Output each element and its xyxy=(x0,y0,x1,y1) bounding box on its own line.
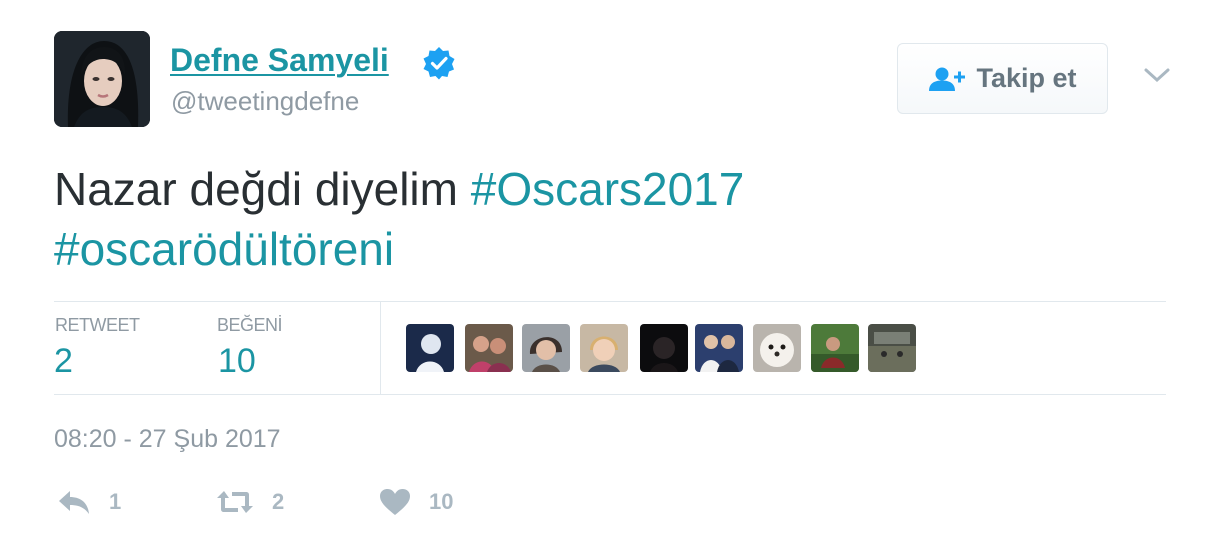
tweet-text: Nazar değdi diyelim #Oscars2017 #oscarödü… xyxy=(54,159,1154,279)
follow-button-label: Takip et xyxy=(976,63,1077,93)
tweet-card: Defne Samyeli @tweetingdefne Takip et Na… xyxy=(0,0,1205,555)
hashtag-link[interactable]: #oscarödültöreni xyxy=(54,223,394,275)
like-count: 10 xyxy=(429,489,454,514)
retweet-icon xyxy=(217,491,253,513)
tweet-body: Nazar değdi diyelim xyxy=(54,163,471,215)
like-action[interactable]: 10 xyxy=(379,484,453,520)
reply-icon xyxy=(59,491,89,514)
chevron-down-icon[interactable] xyxy=(1142,64,1172,86)
divider xyxy=(54,394,1166,395)
likes-label: BEĞENİ xyxy=(217,315,283,335)
tweet-timestamp[interactable]: 08:20 - 27 Şub 2017 xyxy=(54,425,281,454)
liker-avatar[interactable] xyxy=(522,324,570,372)
reply-count: 1 xyxy=(109,489,122,514)
retweet-action[interactable]: 2 xyxy=(216,484,284,520)
likes-count[interactable]: 10 xyxy=(218,342,256,381)
add-user-icon xyxy=(929,67,966,91)
liker-avatar[interactable] xyxy=(868,324,916,372)
retweets-label: RETWEET xyxy=(55,315,140,335)
verified-badge-icon xyxy=(423,47,455,80)
hashtag-link[interactable]: #Oscars2017 xyxy=(471,163,745,215)
liker-avatar[interactable] xyxy=(695,324,743,372)
liker-avatar[interactable] xyxy=(811,324,859,372)
retweet-count: 2 xyxy=(272,489,285,514)
divider xyxy=(54,301,1166,302)
heart-icon xyxy=(380,489,410,515)
user-fullname[interactable]: Defne Samyeli xyxy=(170,42,389,79)
liker-avatar[interactable] xyxy=(465,324,513,372)
follow-button[interactable]: Takip et xyxy=(897,43,1108,114)
retweets-count[interactable]: 2 xyxy=(54,342,73,381)
reply-action[interactable]: 1 xyxy=(57,484,121,520)
liker-avatar[interactable] xyxy=(580,324,628,372)
stats-separator xyxy=(380,302,381,394)
liker-avatar[interactable] xyxy=(753,324,801,372)
user-handle[interactable]: @tweetingdefne xyxy=(171,86,359,117)
avatar[interactable] xyxy=(54,31,150,127)
liker-avatar[interactable] xyxy=(406,324,454,372)
liker-avatar[interactable] xyxy=(640,324,688,372)
